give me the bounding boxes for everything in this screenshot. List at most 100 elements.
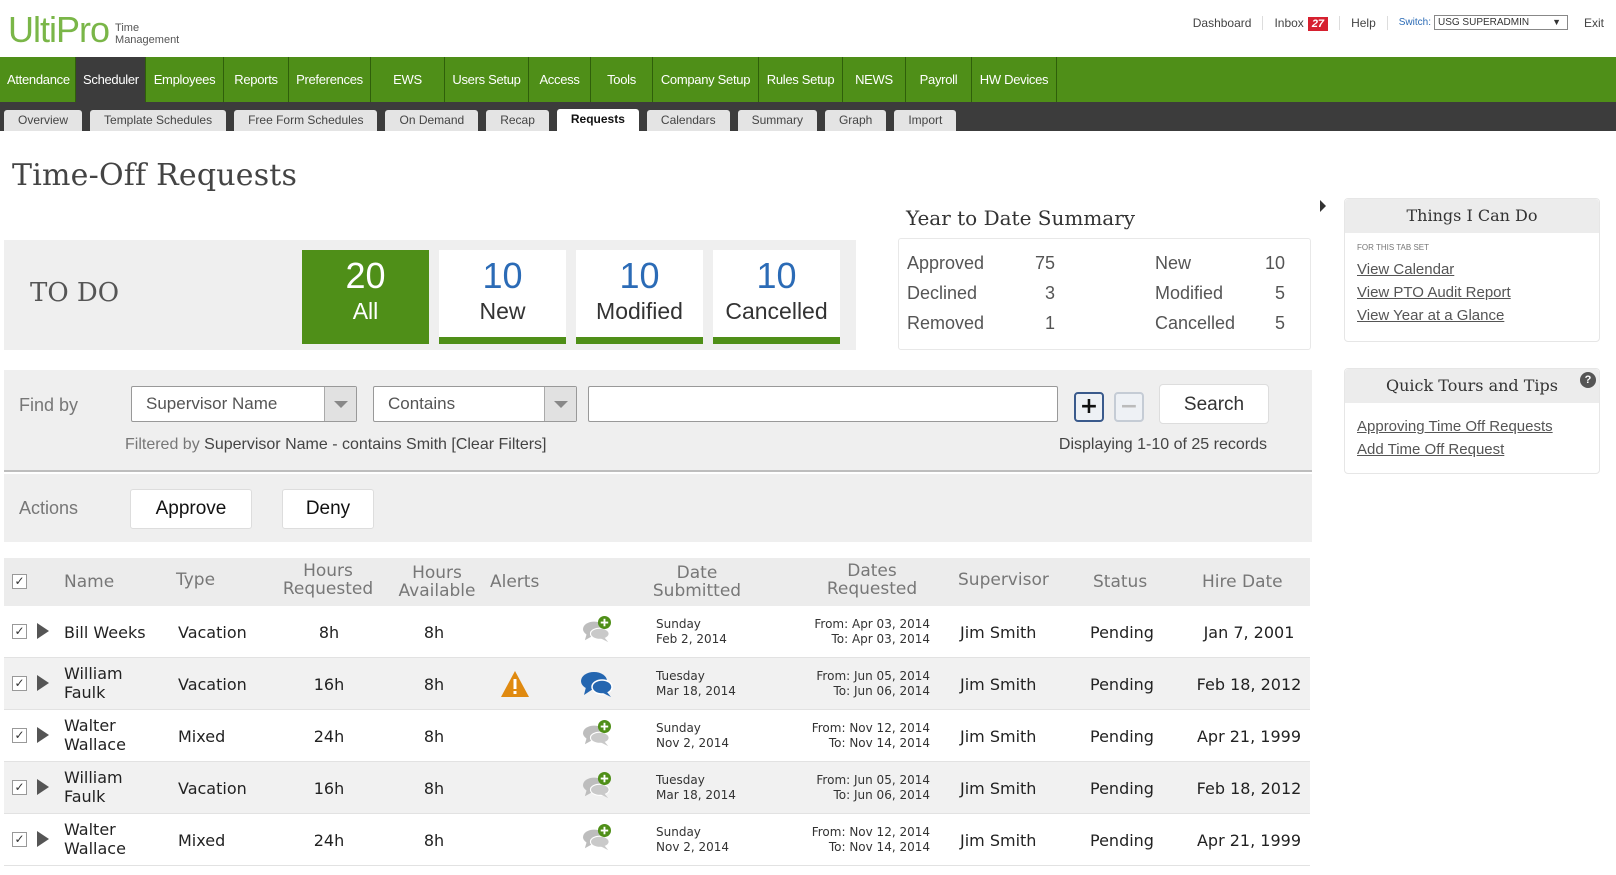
cell-supervisor: Jim Smith xyxy=(960,675,1037,694)
nav-employees[interactable]: Employees xyxy=(146,57,224,102)
find-field-select[interactable]: Supervisor Name xyxy=(131,386,357,422)
add-comment-icon[interactable] xyxy=(580,616,614,644)
warning-icon[interactable] xyxy=(500,670,530,698)
row-checkbox[interactable]: ✓ xyxy=(12,624,27,639)
expand-row-icon[interactable] xyxy=(37,727,49,743)
remove-criteria-button[interactable]: − xyxy=(1114,392,1144,422)
page-title: Time-Off Requests xyxy=(12,158,298,193)
table-row[interactable]: ✓ Bill Weeks Vacation 8h 8h Sunday Feb 2, 2014… xyxy=(4,606,1310,658)
search-button[interactable]: Search xyxy=(1159,384,1269,424)
nav-reports[interactable]: Reports xyxy=(224,57,289,102)
table-row[interactable]: ✓ William Faulk Vacation 16h 8h Tuesday Mar 18,… xyxy=(4,762,1310,814)
cell-dates-requested: From: Nov 12, 2014 To: Nov 14, 2014 xyxy=(784,825,930,855)
help-link[interactable]: Help xyxy=(1351,16,1376,30)
cell-supervisor: Jim Smith xyxy=(960,831,1037,850)
todo-card-new[interactable]: 10 New xyxy=(439,250,566,344)
help-icon[interactable]: ? xyxy=(1580,372,1596,388)
nav-preferences[interactable]: Preferences xyxy=(289,57,371,102)
col-label: Available xyxy=(398,581,476,601)
tab-template-schedules[interactable]: Template Schedules xyxy=(90,110,227,131)
tab-summary[interactable]: Summary xyxy=(737,110,817,131)
col-supervisor[interactable]: Supervisor xyxy=(958,571,1049,589)
col-dates-requested[interactable]: Dates Requested xyxy=(824,562,920,598)
tab-import[interactable]: Import xyxy=(894,110,957,131)
clear-filters-link[interactable]: [Clear Filters] xyxy=(451,436,546,453)
actions-panel: Actions Approve Deny xyxy=(4,474,1312,542)
col-hours-available[interactable]: Hours Available xyxy=(394,564,480,600)
comments-icon[interactable] xyxy=(580,670,614,698)
expand-row-icon[interactable] xyxy=(37,623,49,639)
tab-calendars[interactable]: Calendars xyxy=(646,110,730,131)
col-alerts[interactable]: Alerts xyxy=(490,573,539,591)
nav-rules-setup[interactable]: Rules Setup xyxy=(759,57,843,102)
row-checkbox[interactable]: ✓ xyxy=(12,728,27,743)
row-checkbox[interactable]: ✓ xyxy=(12,676,27,691)
col-status[interactable]: Status xyxy=(1093,573,1147,591)
approve-button[interactable]: Approve xyxy=(130,489,252,529)
collapse-panel-arrow-icon[interactable] xyxy=(1320,200,1326,212)
select-all-checkbox[interactable]: ✓ xyxy=(12,574,27,589)
nav-payroll[interactable]: Payroll xyxy=(906,57,972,102)
find-operator-select[interactable]: Contains xyxy=(373,386,577,422)
add-criteria-button[interactable]: + xyxy=(1074,392,1104,422)
todo-card-all[interactable]: 20 All xyxy=(302,250,429,344)
col-hours-requested[interactable]: Hours Requested xyxy=(282,562,374,598)
view-pto-audit-report-link[interactable]: View PTO Audit Report xyxy=(1357,281,1599,304)
tab-requests[interactable]: Requests xyxy=(556,109,639,131)
name-line: William xyxy=(64,664,123,683)
todo-card-cancelled[interactable]: 10 Cancelled xyxy=(713,250,840,344)
row-checkbox[interactable]: ✓ xyxy=(12,832,27,847)
add-time-off-request-link[interactable]: Add Time Off Request xyxy=(1357,438,1599,461)
cell-supervisor: Jim Smith xyxy=(960,623,1037,642)
deny-button[interactable]: Deny xyxy=(282,489,374,529)
nav-ews-setup[interactable]: EWS Setup xyxy=(371,57,445,132)
requests-table: ✓ Name Type Hours Requested Hours Availabl… xyxy=(4,558,1310,866)
app-header: UltiPro Time Management Dashboard Inbox 2… xyxy=(0,0,1616,57)
add-comment-icon[interactable] xyxy=(580,824,614,852)
ultipro-logo[interactable]: UltiPro Time Management xyxy=(8,12,179,48)
add-comment-icon[interactable] xyxy=(580,772,614,800)
nav-news[interactable]: NEWS xyxy=(843,57,906,102)
nav-tools[interactable]: Tools xyxy=(591,57,653,102)
nav-attendance[interactable]: Attendance xyxy=(0,57,76,102)
tab-recap[interactable]: Recap xyxy=(486,110,549,131)
ytd-value: 10 xyxy=(1264,253,1285,273)
filter-description: Supervisor Name - contains Smith xyxy=(204,436,447,453)
nav-access[interactable]: Access xyxy=(529,57,591,102)
todo-card-modified[interactable]: 10 Modified xyxy=(576,250,703,344)
tab-overview[interactable]: Overview xyxy=(4,110,83,131)
expand-row-icon[interactable] xyxy=(37,779,49,795)
switch-user-select[interactable]: USG SUPERADMIN ▼ xyxy=(1433,15,1568,30)
nav-hw-devices[interactable]: HW Devices xyxy=(972,57,1057,102)
col-hire-date[interactable]: Hire Date xyxy=(1202,573,1283,591)
col-type[interactable]: Type xyxy=(176,571,215,589)
view-year-at-a-glance-link[interactable]: View Year at a Glance xyxy=(1357,304,1599,327)
col-name[interactable]: Name xyxy=(64,573,114,591)
table-row[interactable]: ✓ Walter Wallace Mixed 24h 8h Sunday Nov 2, 201… xyxy=(4,710,1310,762)
col-date-submitted[interactable]: Date Submitted xyxy=(652,564,742,600)
inbox-link[interactable]: Inbox 27 xyxy=(1274,16,1329,31)
name-line: Wallace xyxy=(64,839,126,858)
tab-graph[interactable]: Graph xyxy=(824,110,887,131)
nav-scheduler[interactable]: Scheduler xyxy=(76,57,146,102)
date-from: From: Nov 12, 2014 xyxy=(811,721,930,735)
row-checkbox[interactable]: ✓ xyxy=(12,780,27,795)
tab-on-demand[interactable]: On Demand xyxy=(385,110,479,131)
expand-row-icon[interactable] xyxy=(37,831,49,847)
view-calendar-link[interactable]: View Calendar xyxy=(1357,258,1599,281)
expand-row-icon[interactable] xyxy=(37,675,49,691)
nav-company-setup[interactable]: Company Setup xyxy=(653,57,759,102)
table-row[interactable]: ✓ Walter Wallace Mixed 24h 8h Sunday Nov 2, 201… xyxy=(4,814,1310,866)
exit-link[interactable]: Exit xyxy=(1584,16,1604,30)
search-input[interactable] xyxy=(588,386,1058,422)
ytd-value: 75 xyxy=(1034,253,1055,273)
cell-date-submitted: Sunday Nov 2, 2014 xyxy=(656,721,729,751)
find-panel: Find by Supervisor Name Contains + − Sea… xyxy=(4,370,1312,472)
table-row[interactable]: ✓ William Faulk Vacation 16h 8h Tuesday Mar 18,… xyxy=(4,658,1310,710)
add-comment-icon[interactable] xyxy=(580,720,614,748)
tab-free-form-schedules[interactable]: Free Form Schedules xyxy=(234,110,378,131)
dashboard-link[interactable]: Dashboard xyxy=(1193,16,1252,30)
nav-users-setup[interactable]: Users Setup xyxy=(445,57,529,102)
widget-title: Things I Can Do xyxy=(1345,199,1599,233)
approving-time-off-link[interactable]: Approving Time Off Requests xyxy=(1357,415,1599,438)
